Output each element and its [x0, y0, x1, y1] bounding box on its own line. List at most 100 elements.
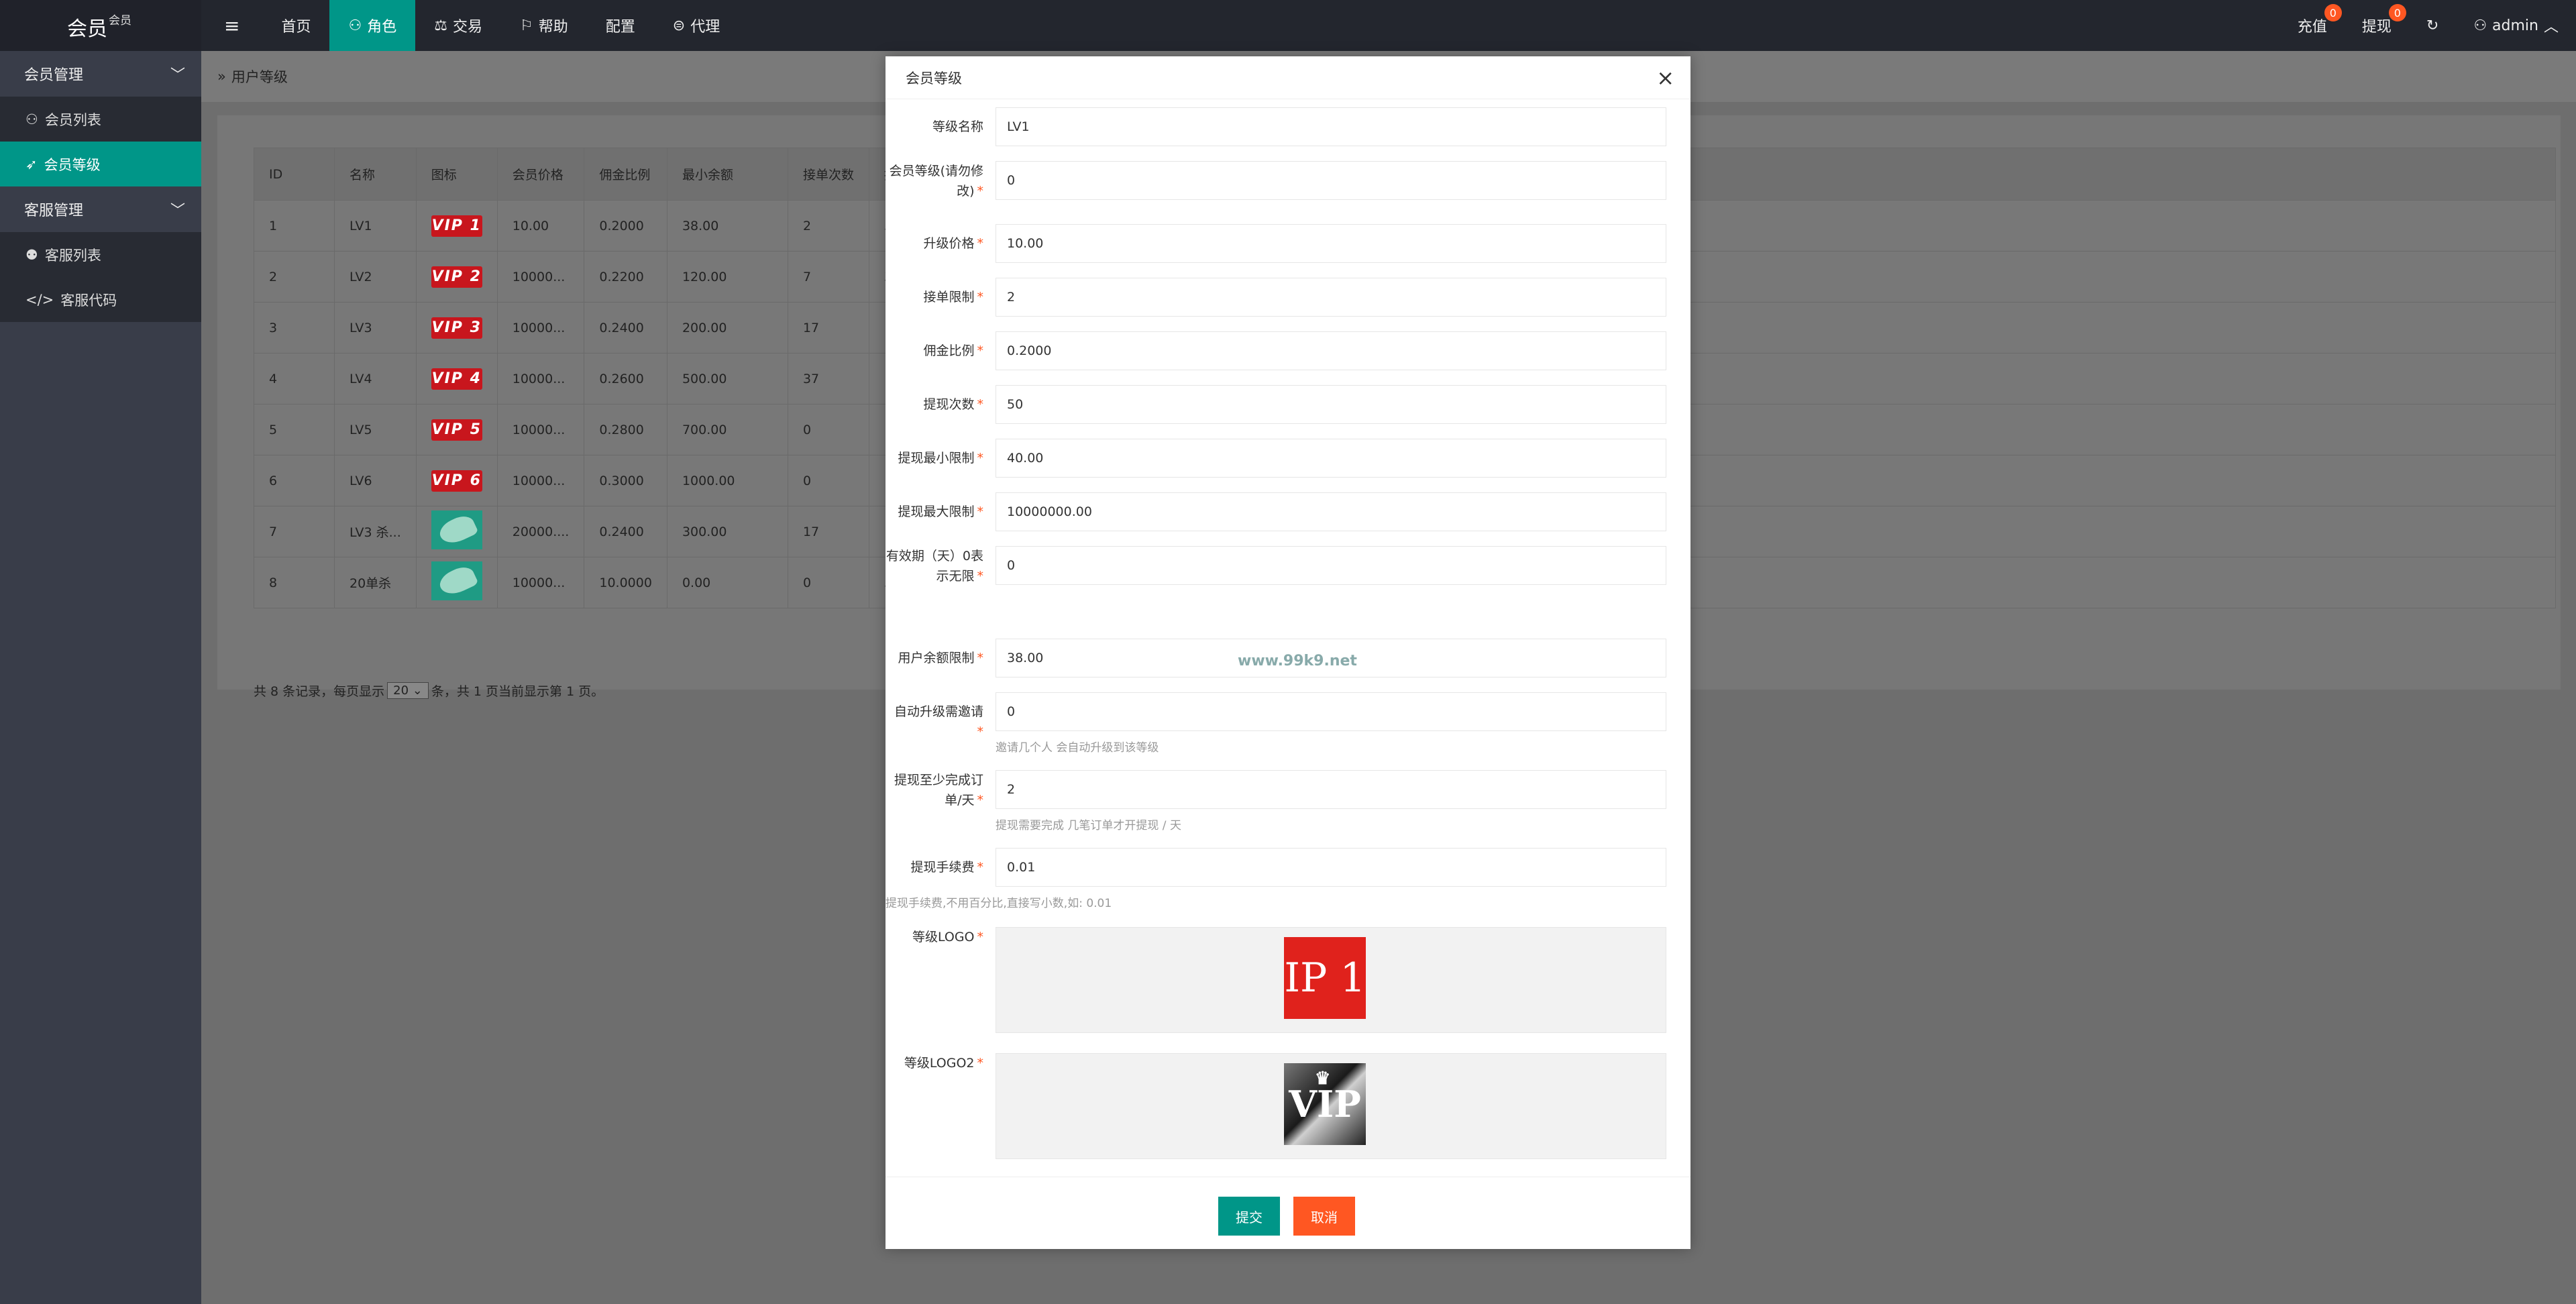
cell-name: LV2	[334, 251, 417, 303]
field-label: 提现最小限制 *	[885, 448, 983, 468]
required-mark: *	[977, 860, 984, 875]
field-label: 提现次数 *	[885, 394, 983, 415]
field-input[interactable]	[996, 331, 1666, 370]
cell-orders: 17	[787, 302, 869, 354]
nav-agent-label: 代理	[690, 19, 720, 36]
menu-toggle-icon[interactable]: ≡	[201, 0, 262, 51]
cell-icon: VIP 1	[415, 200, 498, 252]
sidebar-item-service-code[interactable]: </> 客服代码	[0, 277, 201, 322]
field-input[interactable]	[996, 770, 1666, 809]
column-header[interactable]: 最小余额	[666, 148, 788, 201]
nav-home[interactable]: 首页	[262, 0, 329, 51]
user-menu[interactable]: ⚇ admin ︿	[2456, 0, 2576, 51]
nav-help[interactable]: ⚐ 帮助	[501, 0, 587, 51]
required-mark: *	[977, 290, 984, 305]
user-icon: ⚇	[348, 17, 362, 34]
nav-trade[interactable]: ⚖ 交易	[415, 0, 501, 51]
sidebar-item-label: 会员列表	[44, 111, 101, 128]
logo-upload[interactable]: IP 1	[996, 927, 1666, 1033]
logo-label: 等级LOGO	[912, 930, 975, 944]
field-input[interactable]	[996, 278, 1666, 317]
field-input[interactable]	[996, 692, 1666, 731]
nav-config[interactable]: 配置	[587, 0, 654, 51]
cell-id: 2	[254, 251, 335, 303]
page-size-value: 20	[393, 684, 409, 698]
field-input[interactable]	[996, 385, 1666, 424]
cell-min: 200.00	[666, 302, 788, 354]
cell-ratio: 0.3000	[584, 455, 667, 506]
cell-price: 10000...	[496, 251, 585, 303]
sidebar-group-service[interactable]: 客服管理 ﹀	[0, 186, 201, 232]
page-size-select[interactable]: 20 ⌄	[387, 682, 429, 699]
required-mark: *	[977, 793, 984, 808]
nav-agent[interactable]: ⊜ 代理	[654, 0, 739, 51]
watermark: www.99k9.net	[1238, 653, 1357, 669]
sidebar-item-member-list[interactable]: ⚇ 会员列表	[0, 97, 201, 142]
top-right: 充值 0 提现 0 ↻ ⚇ admin ︿	[2280, 0, 2576, 51]
cell-min: 500.00	[666, 353, 788, 404]
cell-name: LV4	[334, 353, 417, 404]
cell-price: 10000...	[496, 353, 585, 404]
close-icon[interactable]: ×	[1656, 65, 1674, 91]
nav-help-label: 帮助	[538, 19, 568, 36]
refresh-icon[interactable]: ↻	[2409, 0, 2456, 51]
scale-icon: ⚖	[434, 17, 447, 34]
withdraw-label: 提现	[2361, 19, 2392, 36]
field-input[interactable]	[996, 107, 1666, 146]
sidebar-item-label: 客服代码	[60, 292, 117, 309]
column-header[interactable]: 图标	[415, 148, 498, 201]
sidebar-group-member[interactable]: 会员管理 ﹀	[0, 51, 201, 97]
required-mark: *	[977, 397, 984, 412]
field-label: 升级价格 *	[885, 233, 983, 254]
field-label-text: 有效期（天）0表示无限	[885, 549, 983, 584]
required-mark: *	[977, 651, 984, 665]
recharge-button[interactable]: 充值 0	[2280, 0, 2345, 51]
field-label: 佣金比例 *	[885, 341, 983, 361]
flag-icon: ⚐	[519, 17, 533, 34]
recharge-label: 充值	[2297, 19, 2327, 36]
vip-badge-icon: VIP 2	[431, 266, 482, 288]
nav-role[interactable]: ⚇ 角色	[329, 0, 416, 51]
user-name: admin	[2492, 17, 2538, 34]
field-hint: 提现手续费,不用百分比,直接写小数,如: 0.01	[885, 897, 1112, 910]
cell-ratio: 0.2800	[584, 404, 667, 455]
cell-orders: 2	[787, 200, 869, 252]
cell-icon	[415, 557, 498, 608]
field-input[interactable]	[996, 224, 1666, 263]
field-input[interactable]	[996, 161, 1666, 200]
field-label: 等级LOGO *	[912, 930, 983, 944]
withdraw-button[interactable]: 提现 0	[2345, 0, 2409, 51]
field-label-text: 升级价格	[923, 236, 975, 251]
double-chevron-right-icon: »	[217, 68, 226, 85]
column-header[interactable]: 佣金比例	[584, 148, 667, 201]
field-input[interactable]	[996, 546, 1666, 585]
field-input[interactable]	[996, 848, 1666, 887]
field-label: 提现最大限制 *	[885, 502, 983, 522]
column-header[interactable]: 接单次数	[787, 148, 869, 201]
column-header[interactable]: 名称	[334, 148, 417, 201]
user-icon: ⚇	[25, 111, 38, 127]
cell-ratio: 0.2600	[584, 353, 667, 404]
cell-orders: 7	[787, 251, 869, 303]
field-label: 接单限制 *	[885, 287, 983, 307]
field-input[interactable]	[996, 439, 1666, 478]
cancel-button[interactable]: 取消	[1293, 1197, 1355, 1236]
chevron-up-icon: ︿	[2543, 19, 2559, 36]
sidebar-item-service-list[interactable]: ⚉ 客服列表	[0, 232, 201, 277]
sidebar-item-member-level[interactable]: ➶ 会员等级	[0, 142, 201, 186]
nav-role-label: 角色	[367, 19, 397, 36]
submit-button[interactable]: 提交	[1218, 1197, 1280, 1236]
logo2-upload[interactable]: ♛ VIP	[996, 1053, 1666, 1159]
sidebar-item-label: 会员等级	[44, 156, 101, 173]
pagination: 共 8 条记录，每页显示 20 ⌄ 条，共 1 页当前显示第 1 页。	[254, 682, 604, 700]
column-header[interactable]: 会员价格	[496, 148, 585, 201]
modal-header: 会员等级 ×	[885, 56, 1690, 99]
field-label: 提现至少完成订单/天 *	[885, 770, 983, 810]
cell-orders: 0	[787, 404, 869, 455]
column-header[interactable]: ID	[254, 148, 335, 201]
cell-min: 38.00	[666, 200, 788, 252]
required-mark: *	[977, 451, 984, 466]
required-mark: *	[977, 343, 984, 358]
field-label-text: 自动升级需邀请	[894, 704, 983, 719]
field-input[interactable]	[996, 492, 1666, 531]
